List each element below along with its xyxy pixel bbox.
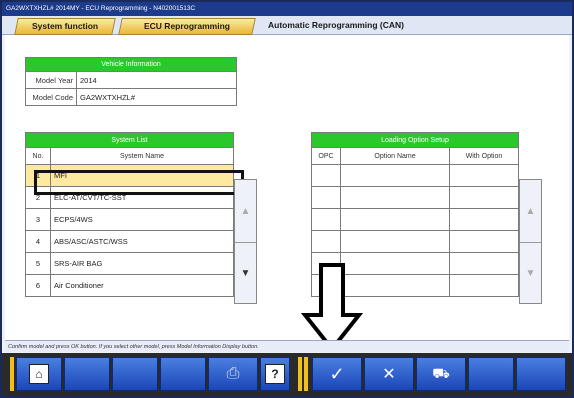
table-row[interactable]: 6 Air Conditioner	[25, 274, 234, 297]
cancel-button[interactable]: ✕	[364, 357, 414, 391]
scroll-down-button[interactable]: ▼	[235, 242, 256, 304]
row-no: 3	[25, 208, 51, 231]
tab-bar: System function ECU Reprogramming Automa…	[2, 16, 572, 35]
window-title: GA2WXTXHZL# 2014MY - ECU Reprogramming -…	[2, 2, 572, 16]
model-info-button[interactable]: ⛟	[416, 357, 466, 391]
help-button[interactable]: ?	[260, 357, 290, 391]
app-window: GA2WXTXHZL# 2014MY - ECU Reprogramming -…	[0, 0, 574, 398]
col-with-option-header: With Option	[449, 147, 519, 165]
table-row[interactable]	[311, 208, 519, 231]
table-row[interactable]	[311, 186, 519, 209]
selection-highlight-box	[34, 170, 244, 195]
table-row[interactable]	[311, 230, 519, 253]
table-row[interactable]: 4 ABS/ASC/ASTC/WSS	[25, 230, 234, 253]
scroll-down-button[interactable]: ▼	[520, 242, 541, 304]
triangle-down-icon: ▼	[525, 267, 536, 279]
toolbar-separator	[10, 357, 14, 391]
loading-option-scrollbar[interactable]: ▲ ▼	[519, 179, 542, 304]
main-content: Vehicle Information Model Year 2014 Mode…	[5, 35, 569, 353]
ok-button[interactable]: ✓	[312, 357, 362, 391]
empty-button-5[interactable]	[516, 357, 566, 391]
vehicle-info-table: Vehicle Information Model Year 2014 Mode…	[25, 57, 237, 106]
model-code-value: GA2WXTXHZL#	[76, 88, 237, 106]
printer-icon: ⎙	[226, 365, 240, 382]
triangle-up-icon: ▲	[240, 205, 251, 217]
empty-button-4[interactable]	[468, 357, 514, 391]
system-list-header: System List	[25, 132, 234, 148]
tab-automatic-reprogramming[interactable]: Automatic Reprogramming (CAN)	[256, 18, 416, 33]
row-no: 5	[25, 252, 51, 275]
col-option-name-header: Option Name	[340, 147, 450, 165]
row-no: 4	[25, 230, 51, 253]
col-opc-header: OPC	[311, 147, 341, 165]
row-no: 6	[25, 274, 51, 297]
scroll-up-button[interactable]: ▲	[520, 180, 541, 243]
empty-button-1[interactable]	[64, 357, 110, 391]
col-no-header: No.	[25, 147, 51, 165]
empty-button-3[interactable]	[160, 357, 206, 391]
empty-button-2[interactable]	[112, 357, 158, 391]
table-row[interactable]: 3 ECPS/4WS	[25, 208, 234, 231]
tab-ecu-reprogramming[interactable]: ECU Reprogramming	[118, 18, 256, 35]
scroll-up-button[interactable]: ▲	[235, 180, 256, 243]
car-icon: ⛟	[432, 364, 450, 381]
status-message: Confirm model and press OK button. If yo…	[5, 340, 569, 352]
row-system-name: Air Conditioner	[50, 274, 234, 297]
model-code-label: Model Code	[25, 88, 77, 106]
home-button[interactable]: ⌂	[16, 357, 62, 391]
system-list-scrollbar[interactable]: ▲ ▼	[234, 179, 257, 304]
col-system-name-header: System Name	[50, 147, 234, 165]
system-list-table: System List No. System Name 1 MFI 2 ELC-…	[25, 132, 234, 297]
table-row[interactable]: 5 SRS-AIR BAG	[25, 252, 234, 275]
check-icon: ✓	[329, 363, 345, 384]
triangle-up-icon: ▲	[525, 205, 536, 217]
home-icon: ⌂	[29, 364, 49, 384]
help-icon: ?	[265, 364, 285, 384]
print-button[interactable]: ⎙	[208, 357, 258, 391]
row-system-name: ECPS/4WS	[50, 208, 234, 231]
triangle-down-icon: ▼	[240, 267, 251, 279]
row-system-name: ABS/ASC/ASTC/WSS	[50, 230, 234, 253]
table-row[interactable]	[311, 164, 519, 187]
row-system-name: SRS-AIR BAG	[50, 252, 234, 275]
toolbar-separator	[298, 357, 302, 391]
cross-icon: ✕	[382, 366, 396, 383]
model-year-label: Model Year	[25, 71, 77, 89]
tab-system-function[interactable]: System function	[14, 18, 116, 35]
model-year-value: 2014	[76, 71, 237, 89]
bottom-toolbar: ⌂ ⎙ ? ✓ ✕ ⛟	[2, 353, 572, 396]
loading-option-header: Loading Option Setup	[311, 132, 519, 148]
vehicle-info-header: Vehicle Information	[25, 57, 237, 72]
toolbar-separator	[304, 357, 308, 391]
